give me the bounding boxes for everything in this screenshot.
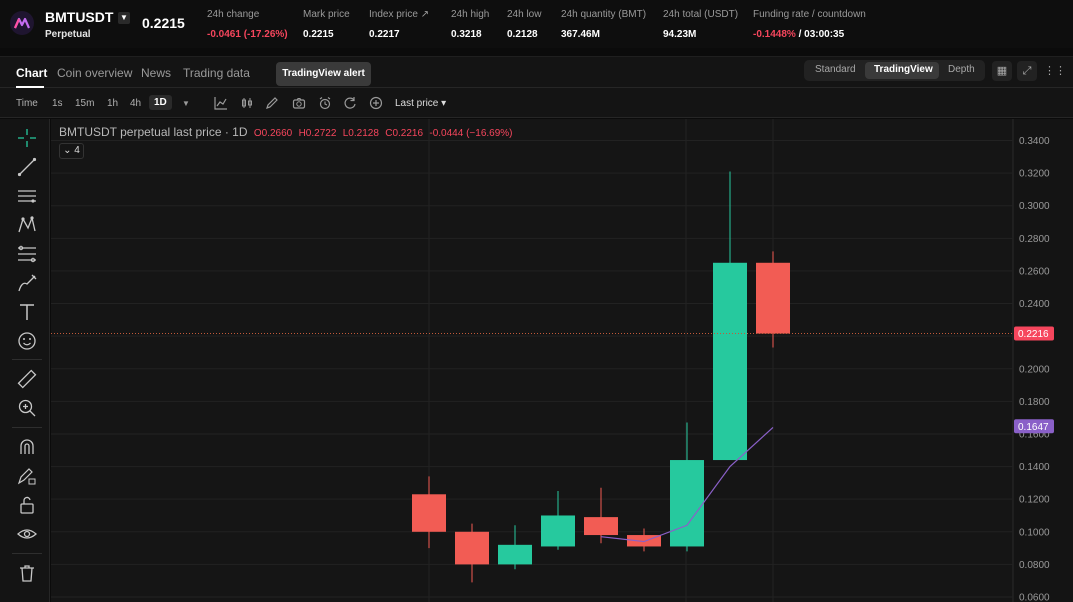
candle-body <box>498 544 532 565</box>
magnet-icon[interactable] <box>16 436 38 458</box>
add-icon[interactable] <box>369 96 383 110</box>
legend-close: C0.2216 <box>385 128 424 139</box>
crosshair-icon[interactable] <box>16 127 38 149</box>
tab-coin-overview[interactable]: Coin overview <box>57 66 132 80</box>
interval-4h[interactable]: 4h <box>130 98 141 109</box>
trash-icon[interactable] <box>16 562 38 584</box>
y-tick-label: 0.0600 <box>1019 593 1050 602</box>
interval-dropdown-icon[interactable]: ▼ <box>182 99 196 113</box>
chart-toolbar: Time 1s 15m 1h 4h 1D ▼ Last price ▾ <box>0 88 1073 118</box>
draw-icon[interactable] <box>265 96 279 110</box>
trend-line-icon[interactable] <box>16 156 38 178</box>
tools-divider <box>12 359 42 360</box>
tab-trading-data[interactable]: Trading data <box>183 66 250 80</box>
interval-1s[interactable]: 1s <box>52 98 63 109</box>
legend-high: H0.2722 <box>298 128 337 139</box>
view-tradingview[interactable]: TradingView <box>874 64 933 75</box>
y-tick-label: 0.3400 <box>1019 136 1050 147</box>
stat-funding-rate: Funding rate / countdown -0.1448% / 03:0… <box>753 9 866 40</box>
interval-1h[interactable]: 1h <box>107 98 118 109</box>
zoom-in-icon[interactable] <box>16 397 38 419</box>
stat-mark-price: Mark price 0.2215 <box>303 9 350 40</box>
legend-open: O0.2660 <box>253 128 293 139</box>
y-tick-label: 0.1800 <box>1019 397 1050 408</box>
lock-draw-icon[interactable] <box>16 465 38 487</box>
y-tick-label: 0.2400 <box>1019 299 1050 310</box>
y-tick-label: 0.0800 <box>1019 560 1050 571</box>
y-tick-label: 0.2600 <box>1019 266 1050 277</box>
tools-divider <box>12 427 42 428</box>
price-type-selector[interactable]: Last price ▾ <box>395 98 446 109</box>
unlock-icon[interactable] <box>16 494 38 516</box>
ma-value-label: 0.1647 <box>1018 422 1049 433</box>
indicator-icon[interactable] <box>214 96 228 110</box>
candle-body <box>541 515 575 547</box>
time-label: Time <box>16 98 38 109</box>
interval-1d[interactable]: 1D <box>149 95 172 110</box>
last-price: 0.2215 <box>142 15 185 31</box>
legend-low: L0.2128 <box>342 128 379 139</box>
drawing-tools-panel <box>0 119 50 602</box>
y-tick-label: 0.1200 <box>1019 495 1050 506</box>
y-tick-label: 0.3000 <box>1019 201 1050 212</box>
tradingview-alert-tooltip: TradingView alert <box>276 62 371 86</box>
fullscreen-icon[interactable]: ⤢ <box>1017 61 1037 81</box>
stat-24h-low: 24h low 0.2128 <box>507 9 542 40</box>
candle-body <box>756 262 790 334</box>
tab-news[interactable]: News <box>141 66 171 80</box>
legend-title: BMTUSDT perpetual last price · 1D <box>59 125 248 139</box>
brush-icon[interactable] <box>16 272 38 294</box>
pattern-icon[interactable] <box>16 214 38 236</box>
camera-icon[interactable] <box>292 96 306 110</box>
tab-chart[interactable]: Chart <box>16 66 47 80</box>
external-link-icon: ↗ <box>420 9 430 20</box>
alarm-icon[interactable] <box>318 96 332 110</box>
candle-body <box>412 494 446 532</box>
y-tick-label: 0.1400 <box>1019 462 1050 473</box>
candle-type-icon[interactable] <box>240 96 254 110</box>
symbol-dropdown-icon[interactable]: ▼ <box>118 12 130 24</box>
more-options-icon[interactable]: ⋮⋮ <box>1044 61 1066 81</box>
eye-icon[interactable] <box>16 523 38 545</box>
bmt-logo-icon <box>10 11 34 35</box>
view-switcher: Standard TradingView Depth <box>804 60 985 81</box>
market-header: BMTUSDT ▼ Perpetual 0.2215 24h change -0… <box>0 0 1073 48</box>
contract-type: Perpetual <box>45 29 91 40</box>
emoji-icon[interactable] <box>16 330 38 352</box>
legend-change: -0.0444 (−16.69%) <box>429 128 513 139</box>
ruler-icon[interactable] <box>16 368 38 390</box>
current-price-label: 0.2216 <box>1018 329 1049 340</box>
candle-body <box>584 517 618 536</box>
text-icon[interactable] <box>16 301 38 323</box>
fib-icon[interactable] <box>16 243 38 265</box>
stat-24h-quantity: 24h quantity (BMT) 367.46M <box>561 9 647 40</box>
tools-divider <box>12 553 42 554</box>
candle-body <box>670 460 704 547</box>
view-depth[interactable]: Depth <box>948 64 975 75</box>
stat-index-price: Index price ↗ 0.2217 <box>369 9 430 40</box>
chart-legend: BMTUSDT perpetual last price · 1D O0.266… <box>59 125 513 139</box>
horizontal-lines-icon[interactable] <box>16 185 38 207</box>
interval-15m[interactable]: 15m <box>75 98 94 109</box>
y-tick-label: 0.3200 <box>1019 169 1050 180</box>
y-tick-label: 0.1000 <box>1019 527 1050 538</box>
indicator-collapse-button[interactable]: ⌄ 4 <box>59 143 84 159</box>
replay-icon[interactable] <box>343 96 357 110</box>
stat-24h-high: 24h high 0.3218 <box>451 9 490 40</box>
symbol-name[interactable]: BMTUSDT <box>45 9 113 25</box>
y-tick-label: 0.2000 <box>1019 364 1050 375</box>
y-tick-label: 0.2800 <box>1019 234 1050 245</box>
view-standard[interactable]: Standard <box>815 64 856 75</box>
stat-24h-change: 24h change -0.0461 (-17.26%) <box>207 9 288 40</box>
candle-body <box>455 531 489 565</box>
layout-grid-icon[interactable]: ▦ <box>992 61 1012 81</box>
stat-24h-total: 24h total (USDT) 94.23M <box>663 9 739 40</box>
candlestick-chart[interactable]: 0.3400 0.3200 0.3000 0.2800 0.2600 0.2400 0.22… <box>51 119 1073 602</box>
candle-body <box>713 262 747 461</box>
